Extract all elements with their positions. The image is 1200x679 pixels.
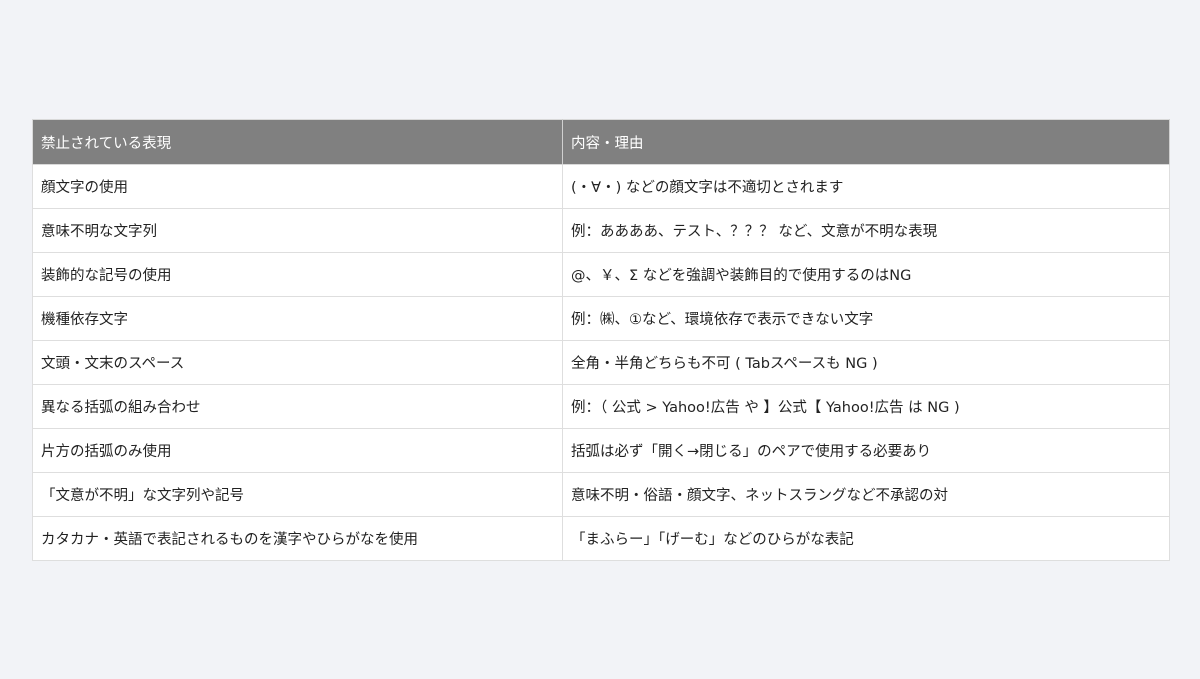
table-row: 意味不明な文字列 例：ああああ、テスト、？？？ など、文意が不明な表現 xyxy=(32,208,1170,253)
row-expression: 片方の括弧のみ使用 xyxy=(32,428,563,473)
row-expression: 機種依存文字 xyxy=(32,296,563,341)
table-row: 装飾的な記号の使用 @、￥、Σ などを強調や装飾目的で使用するのはNG xyxy=(32,252,1170,297)
row-reason: 例：（ 公式 > Yahoo!広告 や 】公式【 Yahoo!広告 は NG ) xyxy=(562,384,1170,429)
table-row: 機種依存文字 例：㈱、①など、環境依存で表示できない文字 xyxy=(32,296,1170,341)
row-expression: カタカナ・英語で表記されるものを漢字やひらがなを使用 xyxy=(32,516,563,561)
row-reason: 例：㈱、①など、環境依存で表示できない文字 xyxy=(562,296,1170,341)
row-reason: 括弧は必ず「開く→閉じる」のペアで使用する必要あり xyxy=(562,428,1170,473)
row-reason: 例：ああああ、テスト、？？？ など、文意が不明な表現 xyxy=(562,208,1170,253)
table-row: カタカナ・英語で表記されるものを漢字やひらがなを使用 「まふらー」「げーむ」など… xyxy=(32,516,1170,561)
row-expression: 文頭・文末のスペース xyxy=(32,340,563,385)
table-row: 異なる括弧の組み合わせ 例：（ 公式 > Yahoo!広告 や 】公式【 Yah… xyxy=(32,384,1170,429)
prohibited-expressions-table-container: 禁止されている表現 内容・理由 顔文字の使用 (・∀・) などの顔文字は不適切と… xyxy=(32,119,1170,561)
table-row: 片方の括弧のみ使用 括弧は必ず「開く→閉じる」のペアで使用する必要あり xyxy=(32,428,1170,473)
row-reason: @、￥、Σ などを強調や装飾目的で使用するのはNG xyxy=(562,252,1170,297)
prohibited-expressions-table: 禁止されている表現 内容・理由 顔文字の使用 (・∀・) などの顔文字は不適切と… xyxy=(32,119,1170,561)
header-content-reason: 内容・理由 xyxy=(562,119,1170,165)
row-expression: 「文意が不明」な文字列や記号 xyxy=(32,472,563,517)
header-prohibited-expression: 禁止されている表現 xyxy=(32,119,563,165)
table-row: 「文意が不明」な文字列や記号 意味不明・俗語・顔文字、ネットスラングなど不承認の… xyxy=(32,472,1170,517)
row-expression: 意味不明な文字列 xyxy=(32,208,563,253)
table-row: 文頭・文末のスペース 全角・半角どちらも不可 ( Tabスペースも NG ) xyxy=(32,340,1170,385)
table-row: 顔文字の使用 (・∀・) などの顔文字は不適切とされます xyxy=(32,164,1170,209)
row-reason: (・∀・) などの顔文字は不適切とされます xyxy=(562,164,1170,209)
row-reason: 「まふらー」「げーむ」などのひらがな表記 xyxy=(562,516,1170,561)
row-expression: 顔文字の使用 xyxy=(32,164,563,209)
row-expression: 装飾的な記号の使用 xyxy=(32,252,563,297)
row-reason: 意味不明・俗語・顔文字、ネットスラングなど不承認の対 xyxy=(562,472,1170,517)
row-reason: 全角・半角どちらも不可 ( Tabスペースも NG ) xyxy=(562,340,1170,385)
table-header-row: 禁止されている表現 内容・理由 xyxy=(32,119,1170,165)
row-expression: 異なる括弧の組み合わせ xyxy=(32,384,563,429)
